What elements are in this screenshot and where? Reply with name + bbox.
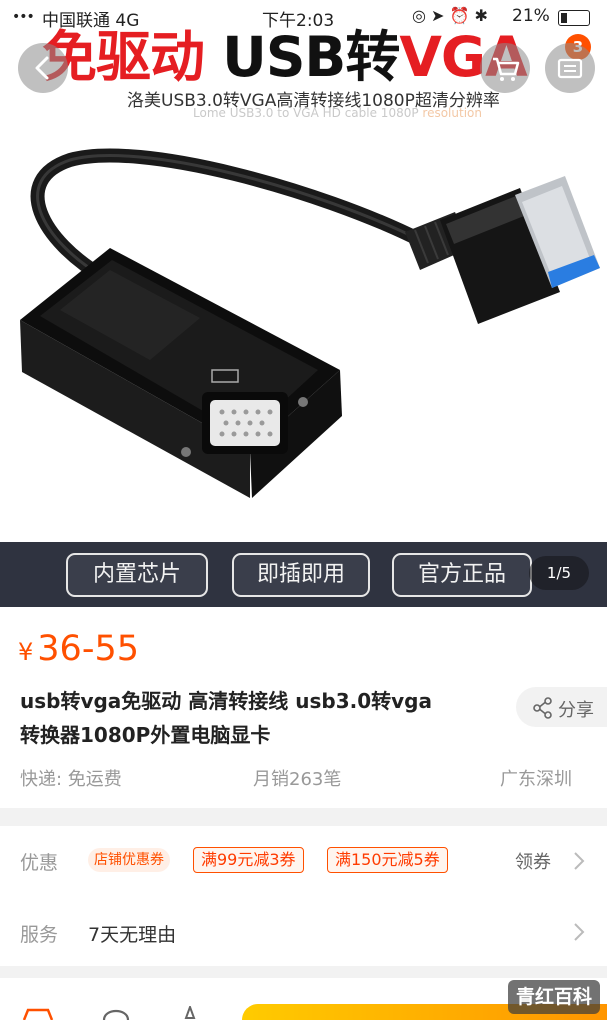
hero-title-red: 免驱动 — [42, 25, 223, 89]
service-text[interactable]: 7天无理由 — [88, 920, 176, 947]
watermark: 青红百科 — [508, 980, 600, 1014]
shop-icon[interactable] — [20, 1006, 56, 1020]
service-icon[interactable] — [98, 1006, 134, 1020]
back-button[interactable] — [18, 43, 68, 93]
feature-tag: 内置芯片 — [66, 553, 208, 597]
product-image — [20, 148, 600, 498]
favorite-icon[interactable] — [172, 1006, 208, 1020]
promo-card: 优惠 店铺优惠券 满99元减3券 满150元减5券 领券 服务 7天无理由 — [0, 826, 607, 966]
cart-icon — [493, 57, 520, 81]
back-icon — [35, 56, 49, 80]
get-coupon-button[interactable]: 领券 — [515, 848, 551, 874]
coupon-tag[interactable]: 满150元减5券 — [327, 847, 448, 873]
gallery-pager: 1/5 — [529, 556, 589, 590]
shop-coupon-tag: 店铺优惠券 — [88, 848, 170, 872]
product-title-line-1: usb转vga免驱动 高清转接线 usb3.0转vga — [20, 689, 432, 713]
battery-icon — [558, 10, 590, 26]
chevron-right-icon[interactable] — [572, 921, 586, 943]
price-value: 36-55 — [37, 629, 139, 669]
feature-tag: 官方正品 — [392, 553, 532, 597]
product-gallery[interactable]: ••• 中国联通 4G 下午2:03 ◎ ➤ ⏰ ✱ 21% 免驱动 USB转V… — [0, 0, 607, 542]
more-button[interactable] — [545, 43, 595, 93]
hero-title: 免驱动 USB转VGA — [42, 12, 528, 92]
price-symbol: ¥ — [18, 638, 34, 666]
product-info-card: ¥36-55 usb转vga免驱动 高清转接线 usb3.0转vga 转换器10… — [0, 607, 607, 808]
hero-subtitle-en: Lome USB3.0 to VGA HD cable 1080P resolu… — [193, 106, 482, 120]
shipping-info: 快递: 免运费 — [20, 769, 122, 790]
chevron-right-icon[interactable] — [572, 850, 586, 872]
share-button[interactable]: 分享 — [516, 687, 607, 727]
hero-subtitle-en-main: Lome USB3.0 to VGA HD cable 1080P — [193, 106, 423, 120]
feature-strip: 内置芯片 即插即用 官方正品 1/5 — [0, 542, 607, 607]
discount-label: 优惠 — [20, 852, 59, 874]
cart-button[interactable] — [480, 43, 530, 93]
share-icon — [533, 697, 552, 719]
more-icon — [557, 58, 583, 79]
ship-from-location: 广东深圳 — [500, 769, 572, 790]
coupon-tag[interactable]: 满99元减3券 — [193, 847, 304, 873]
monthly-sales: 月销263笔 — [253, 769, 342, 790]
hero-title-black: USB转 — [222, 25, 400, 89]
feature-tag: 即插即用 — [232, 553, 370, 597]
share-label: 分享 — [558, 700, 594, 721]
service-label: 服务 — [20, 924, 59, 946]
product-title-line-2: 转换器1080P外置电脑显卡 — [20, 723, 271, 747]
signal-icon: ••• — [12, 9, 35, 25]
product-detail-screen: ••• 中国联通 4G 下午2:03 ◎ ➤ ⏰ ✱ 21% 免驱动 USB转V… — [0, 0, 607, 1020]
price: ¥36-55 — [18, 629, 139, 669]
hero-subtitle-en-tail: resolution — [422, 106, 482, 120]
